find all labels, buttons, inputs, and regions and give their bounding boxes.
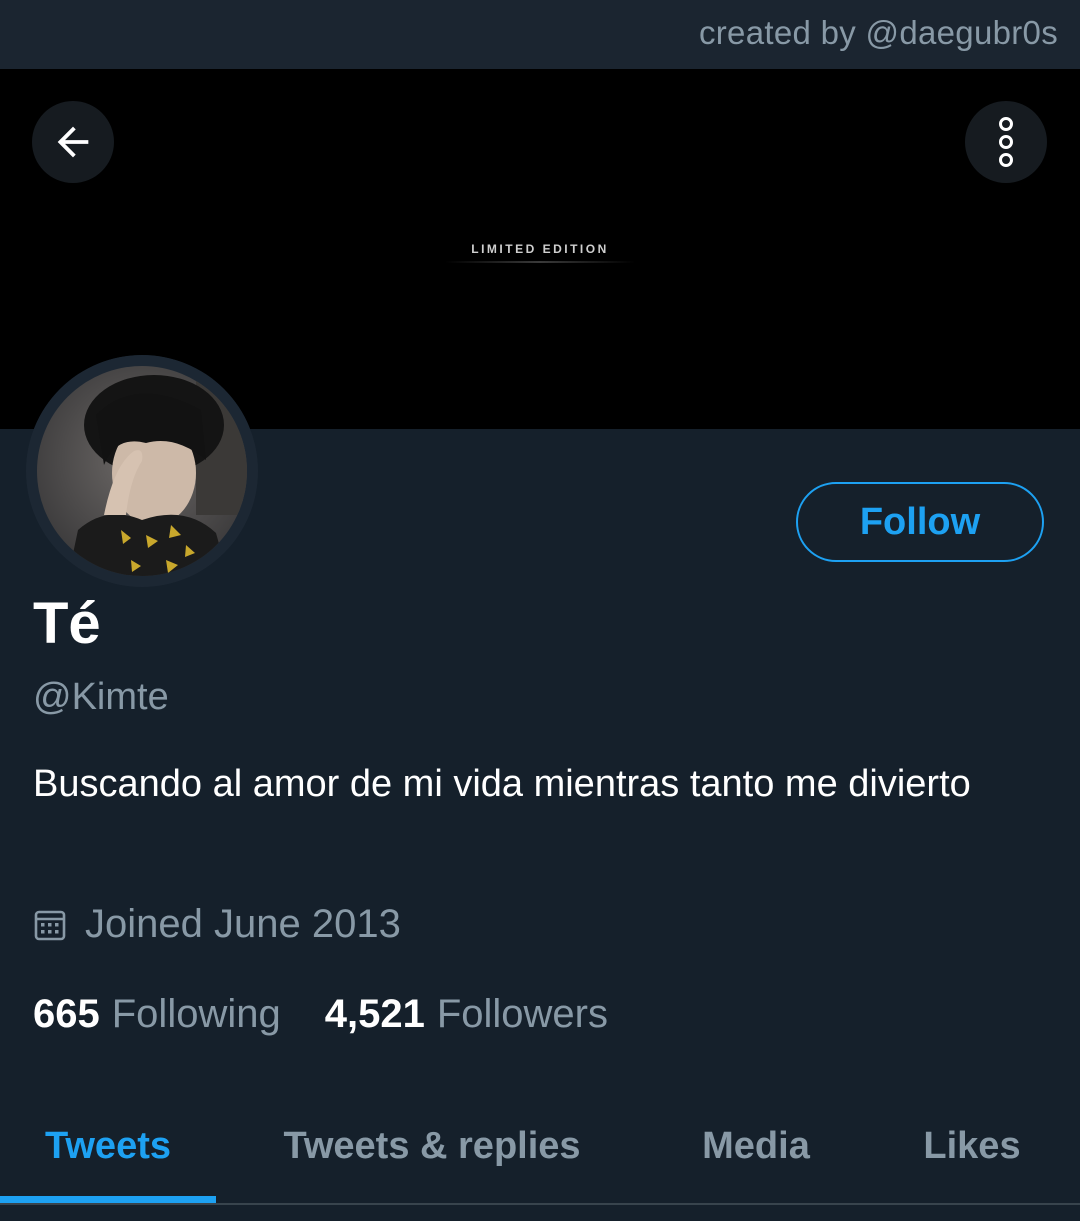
joined-date: Joined June 2013: [33, 902, 401, 947]
tab-likes[interactable]: Likes: [882, 1090, 1062, 1202]
follow-button[interactable]: Follow: [796, 482, 1044, 562]
followers-count: 4,521: [324, 992, 425, 1036]
more-vertical-icon: [999, 117, 1013, 167]
avatar[interactable]: [26, 355, 258, 587]
tab-media[interactable]: Media: [660, 1090, 852, 1202]
calendar-icon: [33, 908, 67, 942]
banner-underline: [445, 261, 635, 263]
back-button[interactable]: [32, 101, 114, 183]
profile-bio: Buscando al amor de mi vida mientras tan…: [33, 763, 971, 805]
followers-label: Followers: [436, 992, 608, 1036]
display-name: Té: [33, 591, 101, 656]
watermark-bar: created by @daegubr0s: [0, 0, 1080, 69]
active-tab-indicator: [0, 1196, 216, 1203]
bottom-strip: [0, 1205, 1080, 1221]
follow-stats: 665 Following 4,521 Followers: [33, 992, 608, 1037]
more-options-button[interactable]: [965, 101, 1047, 183]
following-label: Following: [111, 992, 281, 1036]
joined-text: Joined June 2013: [85, 902, 401, 946]
user-handle: @Kimte: [33, 676, 169, 718]
tab-tweets-replies[interactable]: Tweets & replies: [236, 1090, 628, 1202]
following-link[interactable]: 665 Following: [33, 992, 281, 1037]
following-count: 665: [33, 992, 100, 1036]
followers-link[interactable]: 4,521 Followers: [325, 992, 608, 1037]
tab-tweets[interactable]: Tweets: [0, 1090, 216, 1202]
watermark-text: created by @daegubr0s: [698, 14, 1058, 51]
banner-text: LIMITED EDITION: [471, 242, 609, 256]
arrow-left-icon: [57, 126, 89, 158]
profile-tabs: Tweets Tweets & replies Media Likes: [0, 1090, 1080, 1205]
